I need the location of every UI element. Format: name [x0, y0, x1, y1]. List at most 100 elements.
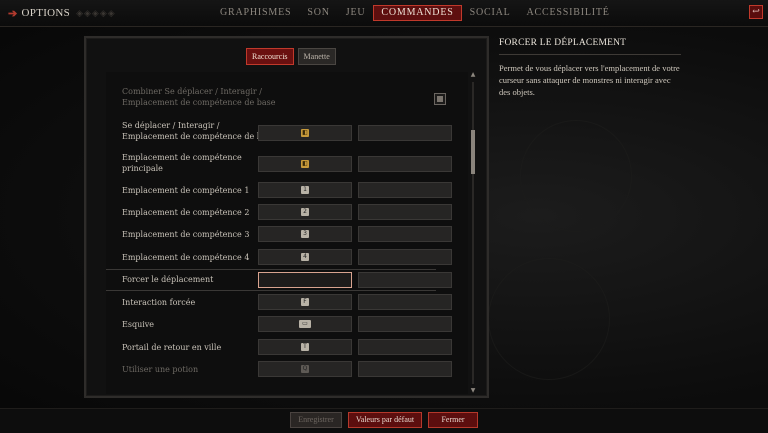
- primary-keybind-slot[interactable]: ▭: [258, 316, 352, 332]
- bindings-list: Combiner Se déplacer / Interagir / Emplac…: [106, 72, 468, 394]
- secondary-keybind-slot[interactable]: [358, 361, 452, 377]
- binding-label-line: Esquive: [122, 320, 155, 329]
- bindings-panel: Raccourcis Manette Combiner Se déplacer …: [84, 36, 489, 398]
- binding-label: Emplacement de compétence principale: [122, 152, 242, 174]
- binding-label-line: Utiliser une potion: [122, 365, 199, 374]
- primary-keybind-slot[interactable]: ◧: [258, 156, 352, 172]
- binding-label: Esquive: [122, 319, 154, 330]
- tab-graphismes[interactable]: GRAPHISMES: [212, 5, 299, 21]
- binding-label-line: Se déplacer / Interagir /: [122, 121, 220, 130]
- defaults-button[interactable]: Valeurs par défaut: [348, 412, 422, 428]
- primary-keybind-slot[interactable]: ◧: [258, 125, 352, 141]
- secondary-keybind-slot[interactable]: [358, 272, 452, 288]
- binding-label: Portail de retour en ville: [122, 342, 221, 353]
- secondary-keybind-slot[interactable]: [358, 226, 452, 242]
- binding-row: Se déplacer / Interagir / Emplacement de …: [106, 118, 468, 148]
- bindings-scrollbar[interactable]: ▲ ▼: [470, 72, 476, 394]
- binding-label: Se déplacer / Interagir / Emplacement de …: [122, 120, 275, 142]
- binding-label-line: Emplacement de compétence de base: [122, 132, 276, 141]
- key-icon: T: [301, 343, 309, 351]
- scroll-thumb[interactable]: [471, 130, 475, 174]
- combine-checkbox[interactable]: [434, 93, 446, 105]
- binding-label: Emplacement de compétence 3: [122, 229, 249, 240]
- binding-label-line: Emplacement de compétence 1: [122, 186, 250, 195]
- binding-label: Emplacement de compétence 2: [122, 207, 249, 218]
- binding-label: Emplacement de compétence 1: [122, 185, 249, 196]
- primary-keybind-slot[interactable]: Q: [258, 361, 352, 377]
- scroll-track[interactable]: [472, 82, 474, 384]
- binding-row: Utiliser une potion Q: [106, 359, 468, 379]
- key-icon: 4: [301, 253, 309, 261]
- primary-keybind-slot[interactable]: 3: [258, 226, 352, 242]
- key-icon: 3: [301, 230, 309, 238]
- binding-label-line: Combiner Se déplacer / Interagir /: [122, 87, 262, 96]
- subtab-manette[interactable]: Manette: [297, 48, 336, 65]
- tab-social[interactable]: SOCIAL: [462, 5, 519, 21]
- primary-keybind-slot[interactable]: 4: [258, 249, 352, 265]
- spacebar-icon: ▭: [299, 320, 311, 328]
- info-description: Permet de vous déplacer vers l'emplaceme…: [499, 63, 680, 97]
- secondary-keybind-slot[interactable]: [358, 249, 452, 265]
- info-title: FORCER LE DÉPLACEMENT: [499, 38, 627, 48]
- key-icon: F: [301, 298, 309, 306]
- primary-keybind-slot[interactable]: 1: [258, 182, 352, 198]
- binding-label-line: Emplacement de compétence: [122, 153, 242, 162]
- binding-row: Combiner Se déplacer / Interagir / Emplac…: [106, 84, 468, 114]
- options-arrow-icon: ➔: [8, 7, 18, 20]
- binding-row: Portail de retour en ville T: [106, 337, 468, 357]
- secondary-keybind-slot[interactable]: [358, 156, 452, 172]
- subtab-raccourcis[interactable]: Raccourcis: [246, 48, 294, 65]
- key-icon: Q: [301, 365, 309, 373]
- primary-keybind-slot[interactable]: F: [258, 294, 352, 310]
- binding-row: Emplacement de compétence 1 1: [106, 180, 468, 200]
- selected-row-divider: [106, 290, 436, 291]
- options-title: OPTIONS: [21, 7, 71, 19]
- secondary-keybind-slot[interactable]: [358, 182, 452, 198]
- secondary-keybind-slot[interactable]: [358, 125, 452, 141]
- primary-keybind-slot[interactable]: T: [258, 339, 352, 355]
- binding-label: Utiliser une potion: [122, 364, 198, 375]
- scroll-down-icon[interactable]: ▼: [470, 388, 476, 394]
- binding-label-line: Emplacement de compétence 3: [122, 230, 250, 239]
- binding-label: Forcer le déplacement: [122, 274, 213, 285]
- secondary-keybind-slot[interactable]: [358, 316, 452, 332]
- binding-label: Emplacement de compétence 4: [122, 252, 249, 263]
- binding-label-line: Emplacement de compétence 4: [122, 253, 250, 262]
- footer-bar: Enregistrer Valeurs par défaut Fermer: [0, 408, 768, 433]
- back-arrow-icon: ↩: [752, 7, 760, 17]
- secondary-keybind-slot[interactable]: [358, 294, 452, 310]
- binding-row: Esquive ▭: [106, 314, 468, 334]
- tab-son[interactable]: SON: [299, 5, 337, 21]
- options-header: ➔ OPTIONS ◈◈◈◈◈: [8, 5, 116, 21]
- background-sigil-bottom: [488, 258, 610, 380]
- tab-accessibilite[interactable]: ACCESSIBILITÉ: [519, 5, 618, 21]
- header-ornament-icon: ◈◈◈◈◈: [76, 7, 116, 18]
- binding-label-line: principale: [122, 164, 163, 173]
- binding-label-line: Emplacement de compétence de base: [122, 98, 276, 107]
- tab-jeu[interactable]: JEU: [338, 5, 374, 21]
- primary-keybind-slot[interactable]: [258, 272, 352, 288]
- secondary-keybind-slot[interactable]: [358, 204, 452, 220]
- secondary-keybind-slot[interactable]: [358, 339, 452, 355]
- info-divider: [499, 54, 681, 55]
- binding-row: Emplacement de compétence principale ◧: [106, 150, 468, 178]
- settings-tabs: GRAPHISMES SON JEU COMMANDES SOCIAL ACCE…: [212, 5, 618, 22]
- primary-keybind-slot[interactable]: 2: [258, 204, 352, 220]
- mouse-left-icon: ◧: [301, 129, 309, 137]
- binding-label-line: Emplacement de compétence 2: [122, 208, 250, 217]
- save-button[interactable]: Enregistrer: [290, 412, 342, 428]
- tab-commandes[interactable]: COMMANDES: [373, 5, 462, 21]
- binding-label-line: Interaction forcée: [122, 298, 196, 307]
- binding-label: Interaction forcée: [122, 297, 195, 308]
- binding-row: Emplacement de compétence 4 4: [106, 247, 468, 267]
- binding-row: Interaction forcée F: [106, 292, 468, 312]
- binding-row: Emplacement de compétence 3 3: [106, 224, 468, 244]
- binding-label-line: Portail de retour en ville: [122, 343, 222, 352]
- key-icon: 2: [301, 208, 309, 216]
- close-button[interactable]: Fermer: [428, 412, 478, 428]
- binding-label-line: Forcer le déplacement: [122, 275, 214, 284]
- back-button[interactable]: ↩: [749, 5, 763, 19]
- top-bar: ➔ OPTIONS ◈◈◈◈◈ GRAPHISMES SON JEU COMMA…: [0, 0, 768, 27]
- scroll-up-icon[interactable]: ▲: [470, 72, 476, 78]
- selected-row-divider: [106, 269, 436, 270]
